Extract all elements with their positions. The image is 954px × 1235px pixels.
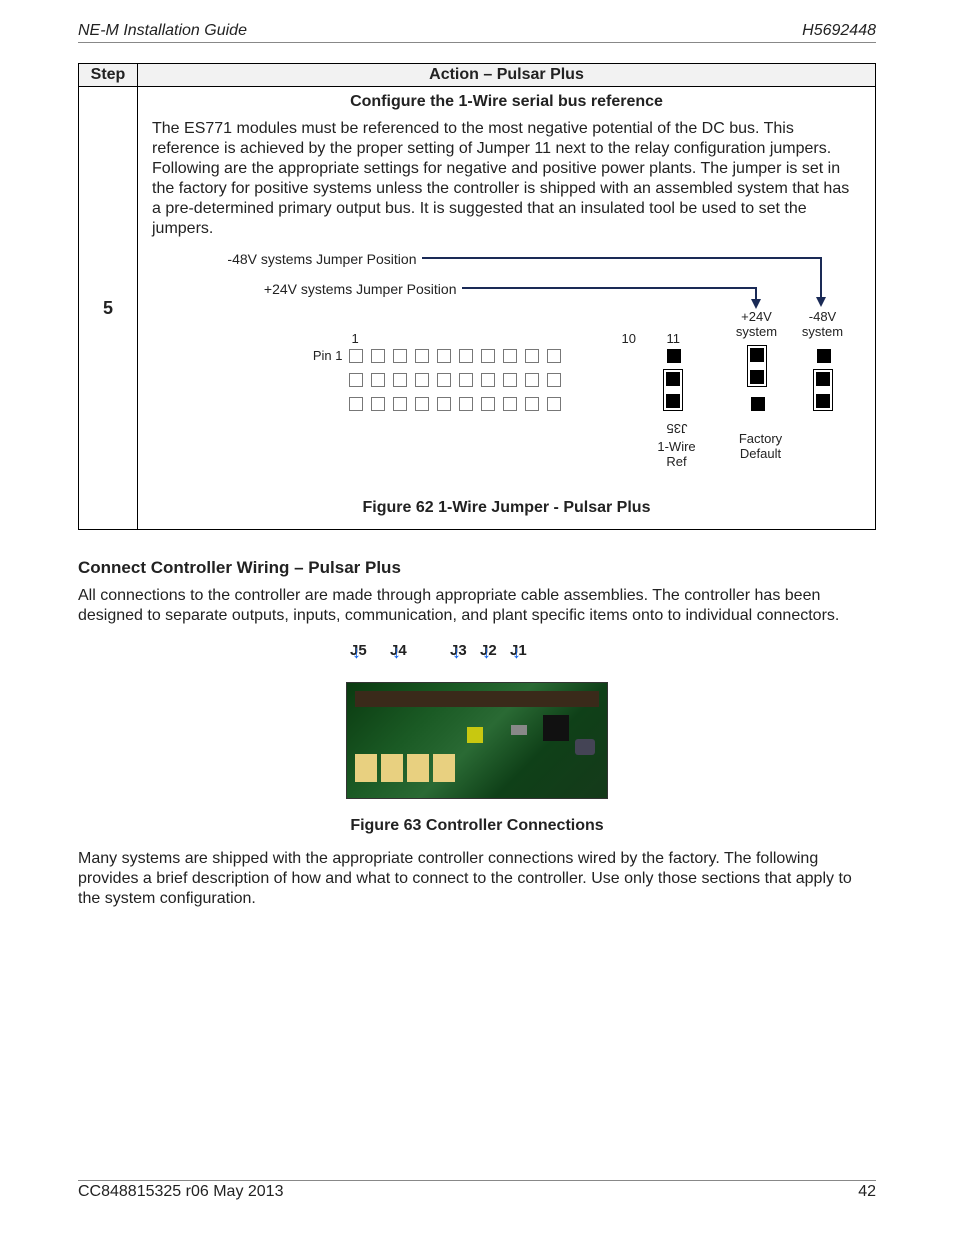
arrow-j5: ↓ — [352, 642, 361, 663]
arrow-neg48 — [816, 297, 826, 307]
row-subhead: Configure the 1-Wire serial bus referenc… — [152, 93, 861, 111]
label-p24sys: +24V system — [733, 309, 781, 339]
pin-p24-jumper — [747, 345, 767, 387]
jumper-diagram: -48V systems Jumper Position +24V system… — [157, 249, 857, 489]
line-pos24-h — [462, 287, 757, 289]
page-footer: CC848815325 r06 May 2013 42 — [78, 1180, 876, 1201]
arrow-j2: ↓ — [482, 642, 491, 663]
arrow-j1: ↓ — [512, 642, 521, 663]
footer-left: CC848815325 r06 May 2013 — [78, 1183, 283, 1201]
step-table: Step Action – Pulsar Plus 5 Configure th… — [78, 63, 876, 530]
pin-row-2 — [349, 373, 569, 392]
section-p2: Many systems are shipped with the approp… — [78, 849, 876, 909]
footer-right: 42 — [858, 1183, 876, 1201]
arrow-pos24 — [751, 299, 761, 309]
header-left: NE-M Installation Guide — [78, 22, 247, 40]
section-p1: All connections to the controller are ma… — [78, 586, 876, 626]
line-neg48-h — [422, 257, 822, 259]
line-neg48-v — [820, 257, 822, 299]
label-onewire: 1-Wire Ref — [651, 439, 703, 469]
label-neg48: -48V systems Jumper Position — [157, 251, 417, 267]
arrow-j4: ↓ — [392, 642, 401, 663]
arrow-j3: ↓ — [452, 642, 461, 663]
section-title: Connect Controller Wiring – Pulsar Plus — [78, 558, 876, 578]
label-pin1: Pin 1 — [307, 348, 343, 363]
pin-row-1 — [349, 349, 569, 368]
figure-62-caption: Figure 62 1-Wire Jumper - Pulsar Plus — [152, 499, 861, 517]
pin-col11-jumper — [663, 369, 683, 411]
label-n11: 11 — [667, 331, 681, 346]
connector-labels: J5 J4 J3 J2 J1 ↓ ↓ ↓ ↓ ↓ — [342, 642, 612, 682]
pin-n48-jumper — [813, 369, 833, 411]
step-number: 5 — [79, 87, 138, 530]
board-figure: J5 J4 J3 J2 J1 ↓ ↓ ↓ ↓ ↓ Figure 63 Contr… — [342, 642, 612, 835]
label-n48sys: -48V system — [799, 309, 847, 339]
label-n1: 1 — [352, 331, 359, 346]
figure-63-caption: Figure 63 Controller Connections — [342, 817, 612, 835]
header-right: H5692448 — [802, 22, 876, 40]
pin-p24-r3 — [751, 397, 765, 416]
col-step: Step — [79, 64, 138, 87]
pin-n48-r1 — [817, 349, 831, 368]
pcb-image — [346, 682, 608, 799]
label-pos24: +24V systems Jumper Position — [157, 281, 457, 297]
col-action: Action – Pulsar Plus — [138, 64, 876, 87]
label-factory: Factory Default — [731, 431, 791, 461]
label-n10: 10 — [622, 331, 636, 346]
label-j35: J35 — [659, 421, 695, 436]
pin-col11-r1 — [667, 349, 681, 368]
pin-row-3 — [349, 397, 569, 416]
row-body: The ES771 modules must be referenced to … — [152, 119, 861, 239]
page-header: NE-M Installation Guide H5692448 — [78, 22, 876, 43]
action-cell: Configure the 1-Wire serial bus referenc… — [138, 87, 876, 530]
